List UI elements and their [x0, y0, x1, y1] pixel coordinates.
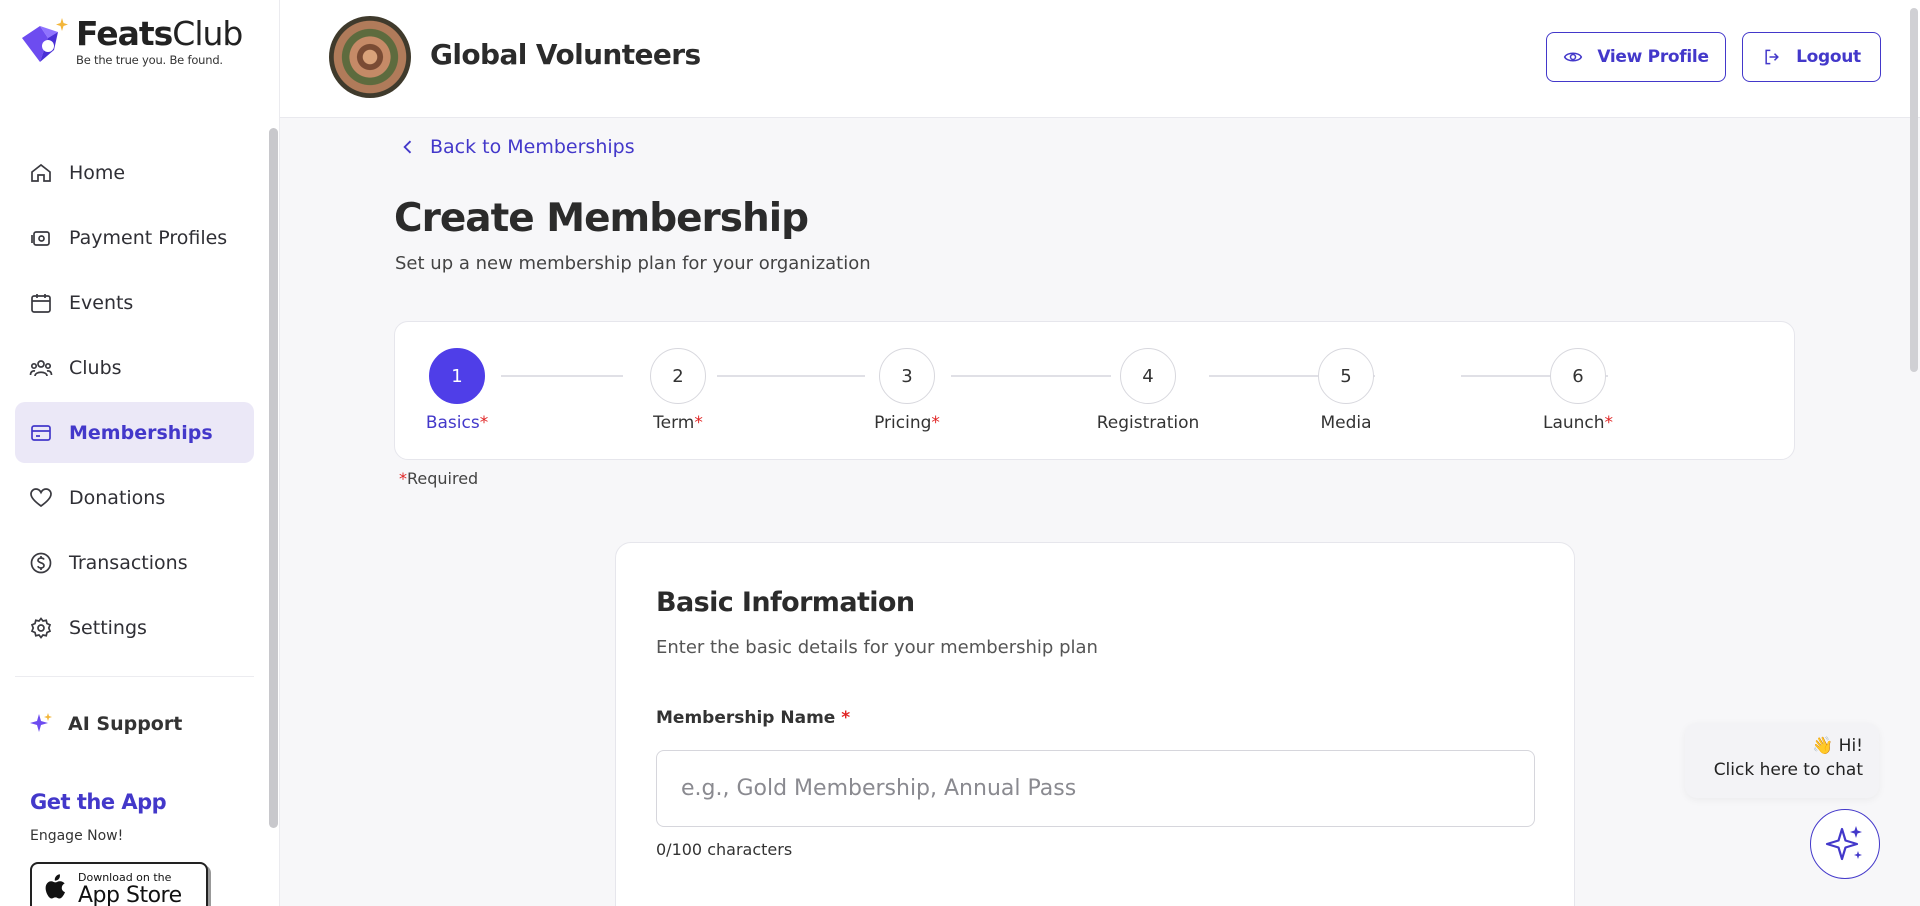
get-app-heading: Get the App	[30, 790, 167, 814]
step-connector	[717, 375, 865, 377]
main-scrollbar[interactable]	[1910, 8, 1918, 372]
chat-prompt: Click here to chat	[1713, 760, 1863, 780]
step-connector	[951, 375, 1111, 377]
step-label-launch: Launch*	[1542, 413, 1614, 433]
gear-icon	[30, 616, 52, 639]
heart-icon	[30, 487, 52, 507]
sidebar-divider	[15, 676, 254, 677]
brand-tagline: Be the true you. Be found.	[76, 53, 223, 67]
ai-support-link[interactable]: AI Support	[28, 711, 182, 737]
dollar-icon	[30, 552, 52, 573]
sidebar-item-memberships[interactable]: Memberships	[15, 402, 254, 463]
sidebar-item-label: Settings	[69, 616, 147, 639]
step-label-term: Term*	[653, 413, 703, 433]
home-icon	[31, 163, 51, 182]
membership-name-label: Membership Name *	[656, 708, 851, 728]
eye-icon	[1564, 52, 1583, 62]
brand-name: FeatsClub	[76, 14, 243, 53]
sidebar: FeatsClub Be the true you. Be found. Hom…	[0, 0, 280, 906]
logout-label: Logout	[1796, 47, 1861, 67]
sidebar-item-label: Home	[69, 161, 126, 184]
sidebar-nav: Home Payment Profiles Events Clubs Membe…	[15, 142, 254, 662]
app-store-big-text: App Store	[78, 883, 182, 906]
users-icon	[29, 359, 53, 376]
ai-support-label: AI Support	[68, 713, 183, 735]
step-label-pricing: Pricing*	[874, 413, 940, 433]
sidebar-item-home[interactable]: Home	[15, 142, 254, 203]
card-subtitle: Enter the basic details for your members…	[656, 637, 1098, 658]
logout-button[interactable]: Logout	[1742, 32, 1881, 82]
featsclub-logo-icon	[18, 16, 74, 72]
sidebar-scrollbar[interactable]	[269, 128, 278, 828]
basic-information-card: Basic Information Enter the basic detail…	[615, 542, 1575, 906]
sidebar-item-label: Memberships	[69, 421, 213, 444]
top-header: Global Volunteers View Profile Logout	[280, 0, 1920, 118]
sidebar-item-transactions[interactable]: Transactions	[15, 532, 254, 593]
org-name: Global Volunteers	[430, 38, 701, 71]
sidebar-item-settings[interactable]: Settings	[15, 597, 254, 658]
sparkle-icon	[1825, 826, 1862, 861]
chat-greeting: 👋 Hi!	[1812, 736, 1863, 756]
step-connector	[501, 375, 623, 377]
sidebar-item-label: Payment Profiles	[69, 226, 228, 249]
page-title: Create Membership	[394, 196, 809, 241]
sidebar-item-label: Events	[69, 291, 134, 314]
card-icon	[31, 424, 51, 441]
step-3-circle[interactable]: 3	[879, 348, 935, 404]
brand-logo[interactable]: FeatsClub Be the true you. Be found.	[18, 14, 243, 72]
sidebar-item-label: Clubs	[69, 356, 122, 379]
sparkle-icon	[30, 713, 52, 732]
apple-icon	[45, 874, 65, 899]
engage-text: Engage Now!	[30, 828, 124, 844]
char-count: 0/100 characters	[656, 840, 793, 859]
view-profile-label: View Profile	[1597, 47, 1709, 67]
payment-profile-icon	[31, 230, 50, 246]
sidebar-item-events[interactable]: Events	[15, 272, 254, 333]
back-to-memberships-link[interactable]: Back to Memberships	[398, 136, 635, 158]
required-note: *Required	[399, 469, 479, 488]
step-5-circle[interactable]: 5	[1318, 348, 1374, 404]
sidebar-item-label: Transactions	[69, 551, 188, 574]
org-avatar[interactable]	[329, 16, 411, 98]
step-2-circle[interactable]: 2	[650, 348, 706, 404]
sidebar-item-clubs[interactable]: Clubs	[15, 337, 254, 398]
sidebar-item-label: Donations	[69, 486, 166, 509]
back-link-label: Back to Memberships	[430, 136, 635, 158]
step-1-circle[interactable]: 1	[429, 348, 485, 404]
step-6-circle[interactable]: 6	[1550, 348, 1606, 404]
calendar-icon	[31, 293, 51, 313]
step-label-media: Media	[1320, 413, 1372, 433]
card-title: Basic Information	[656, 587, 915, 618]
logout-icon	[1765, 49, 1779, 65]
chat-launcher-button[interactable]	[1810, 809, 1880, 879]
app-store-button[interactable]: Download on the App Store	[30, 862, 208, 906]
sidebar-item-donations[interactable]: Donations	[15, 467, 254, 528]
step-label-basics: Basics*	[425, 413, 489, 433]
page-subtitle: Set up a new membership plan for your or…	[395, 253, 871, 274]
step-progress: 1 2 3 4 5 6 Basics* Term* Pricing* Regis…	[394, 321, 1795, 460]
step-label-registration: Registration	[1096, 413, 1200, 433]
sidebar-item-payment-profiles[interactable]: Payment Profiles	[15, 207, 254, 268]
view-profile-button[interactable]: View Profile	[1546, 32, 1726, 82]
chat-bubble[interactable]: 👋 Hi! Click here to chat	[1685, 723, 1879, 798]
step-4-circle[interactable]: 4	[1120, 348, 1176, 404]
membership-name-input[interactable]	[656, 750, 1535, 827]
chevron-left-icon	[403, 140, 412, 154]
